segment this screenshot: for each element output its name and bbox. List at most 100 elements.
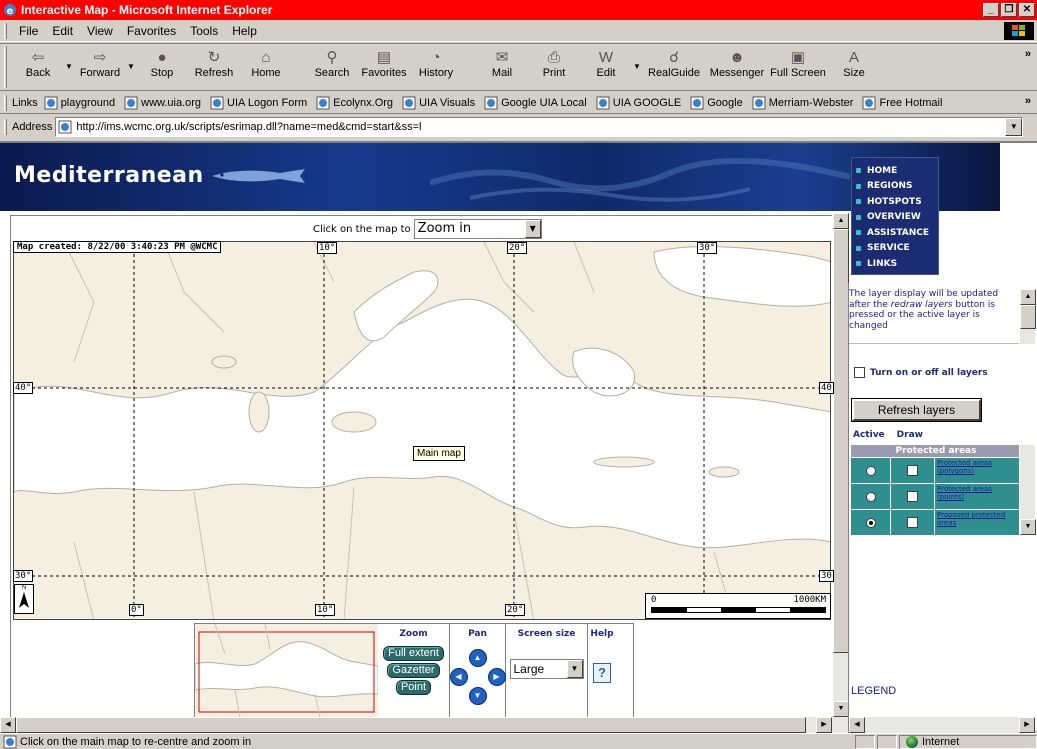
pan-left-icon[interactable]: ◀	[449, 668, 468, 686]
close-button[interactable]: ✕	[1019, 3, 1035, 17]
print-button[interactable]: ⎙ Print	[528, 44, 580, 88]
link-item[interactable]: www.uia.org	[124, 96, 201, 110]
links-bar: Links playground www.uia.org UIA Logon For…	[0, 92, 1037, 114]
pan-up-icon[interactable]: ▲	[468, 649, 487, 667]
scroll-right-icon[interactable]: ▶	[1019, 717, 1035, 733]
address-input[interactable]: http://ims.wcmc.org.uk/scripts/esrimap.d…	[55, 117, 1024, 137]
toggle-all-checkbox[interactable]	[854, 367, 865, 378]
scroll-thumb[interactable]	[16, 717, 806, 733]
refresh-layers-button[interactable]: Refresh layers	[852, 399, 981, 421]
panel-horizontal-scrollbar[interactable]: ◀ ▶	[849, 717, 1035, 733]
map-credit: Map created: 8/22/00 3:40:23 PM @WCMC	[13, 241, 222, 253]
layer-name[interactable]: Protected areas (polygons)	[935, 458, 1021, 483]
active-radio[interactable]	[865, 491, 876, 502]
zone-label: Internet	[922, 735, 960, 748]
scroll-thumb[interactable]	[833, 229, 849, 653]
size-button[interactable]: A Size	[828, 44, 880, 88]
nav-regions[interactable]: REGIONS	[856, 179, 938, 195]
scroll-right-icon[interactable]: ▶	[816, 717, 832, 733]
search-icon: ⚲	[326, 49, 338, 66]
chevron-down-icon[interactable]: ▼	[566, 660, 583, 678]
back-dropdown-icon[interactable]: ▼	[64, 44, 74, 88]
link-item[interactable]: Free Hotmail	[862, 96, 942, 110]
forward-button[interactable]: ⇨ Forward	[74, 44, 126, 88]
refresh-button[interactable]: ↻ Refresh	[188, 44, 240, 88]
link-item[interactable]: UIA Logon Form	[210, 96, 307, 110]
nav-overview[interactable]: OVERVIEW	[856, 210, 938, 226]
gazetteer-button[interactable]: Gazetter	[387, 663, 440, 678]
nav-hotspots[interactable]: HOTSPOTS	[856, 194, 938, 210]
layer-scrollbar[interactable]: ▼	[1019, 445, 1036, 535]
fullscreen-button[interactable]: ▣ Full Screen	[768, 44, 828, 88]
search-button[interactable]: ⚲ Search	[306, 44, 358, 88]
layer-name[interactable]: Proposed protected areas	[935, 510, 1021, 535]
scale-start: 0	[651, 595, 657, 605]
menu-favorites[interactable]: Favorites	[120, 24, 183, 38]
toolbar-overflow-icon[interactable]: »	[1025, 48, 1031, 60]
link-item[interactable]: Merriam-Webster	[752, 96, 853, 110]
home-button[interactable]: ⌂ Home	[240, 44, 292, 88]
full-extent-button[interactable]: Full extent	[383, 646, 444, 661]
screen-size-select[interactable]: Large ▼	[509, 659, 584, 679]
active-cell	[851, 484, 891, 509]
chevron-down-icon[interactable]: ▼	[524, 220, 541, 238]
nav-home[interactable]: HOME	[856, 163, 938, 179]
active-column-label: Active	[853, 430, 885, 440]
nav-service[interactable]: SERVICE	[856, 241, 938, 257]
map-horizontal-scrollbar[interactable]: ◀ ▶	[0, 717, 848, 733]
link-item[interactable]: Google UIA Local	[484, 96, 587, 110]
edit-dropdown-icon[interactable]: ▼	[632, 44, 642, 88]
fish-logo-icon	[212, 169, 305, 183]
draw-checkbox[interactable]	[907, 465, 918, 476]
link-item[interactable]: UIA Visuals	[402, 96, 475, 110]
menu-edit[interactable]: Edit	[45, 24, 80, 38]
messenger-button[interactable]: ☻ Messenger	[706, 44, 768, 88]
restore-button[interactable]: ❐	[1001, 3, 1017, 17]
pan-right-icon[interactable]: ▶	[487, 668, 506, 686]
scroll-left-icon[interactable]: ◀	[849, 717, 865, 733]
map-vertical-scrollbar[interactable]: ▲ ▼	[832, 213, 849, 717]
stop-button[interactable]: ● Stop	[136, 44, 188, 88]
info-scrollbar[interactable]: ▲	[1019, 289, 1036, 344]
forward-dropdown-icon[interactable]: ▼	[126, 44, 136, 88]
overview-map[interactable]	[194, 623, 379, 719]
scroll-left-icon[interactable]: ◀	[0, 717, 16, 733]
help-button[interactable]: ?	[593, 663, 611, 683]
link-item[interactable]: Ecolynx.Org	[316, 96, 393, 110]
address-dropdown-icon[interactable]: ▼	[1005, 118, 1023, 136]
menu-help[interactable]: Help	[225, 24, 264, 38]
link-item[interactable]: Google	[690, 96, 743, 110]
main-map[interactable]	[13, 241, 831, 620]
layer-name[interactable]: Protected areas (points)	[935, 484, 1021, 509]
links-overflow-icon[interactable]: »	[1025, 95, 1031, 107]
pan-down-icon[interactable]: ▼	[468, 687, 487, 705]
link-item[interactable]: UIA GOOGLE	[596, 96, 681, 110]
menu-file[interactable]: File	[12, 24, 45, 38]
menu-tools[interactable]: Tools	[183, 24, 225, 38]
scroll-thumb[interactable]	[1020, 305, 1036, 329]
point-button[interactable]: Point	[395, 680, 432, 695]
scroll-down-icon[interactable]: ▼	[833, 701, 849, 717]
minimize-button[interactable]: _	[983, 3, 999, 17]
draw-checkbox[interactable]	[907, 491, 918, 502]
scroll-up-icon[interactable]: ▲	[833, 213, 849, 229]
realguide-button[interactable]: ☌ RealGuide	[642, 44, 706, 88]
active-radio[interactable]	[865, 517, 876, 528]
history-button[interactable]: ◔ History	[410, 44, 462, 88]
favorites-button[interactable]: ▤ Favorites	[358, 44, 410, 88]
fullscreen-icon: ▣	[790, 49, 806, 66]
scroll-down-icon[interactable]: ▼	[1020, 519, 1036, 535]
back-button[interactable]: ⇦ Back	[12, 44, 64, 88]
map-action-select[interactable]: Zoom in ▼	[413, 219, 542, 239]
mail-button[interactable]: ✉ Mail	[476, 44, 528, 88]
menu-view[interactable]: View	[80, 24, 120, 38]
active-radio[interactable]	[865, 465, 876, 476]
edit-button[interactable]: W Edit	[580, 44, 632, 88]
toggle-all-layers[interactable]: Turn on or off all layers	[854, 367, 988, 378]
nav-links[interactable]: LINKS	[856, 256, 938, 272]
draw-checkbox[interactable]	[907, 517, 918, 528]
nav-assistance[interactable]: ASSISTANCE	[856, 225, 938, 241]
link-item[interactable]: playground	[44, 96, 115, 110]
title-bar: e Interactive Map - Microsoft Internet E…	[0, 0, 1037, 20]
scroll-up-icon[interactable]: ▲	[1020, 289, 1036, 305]
